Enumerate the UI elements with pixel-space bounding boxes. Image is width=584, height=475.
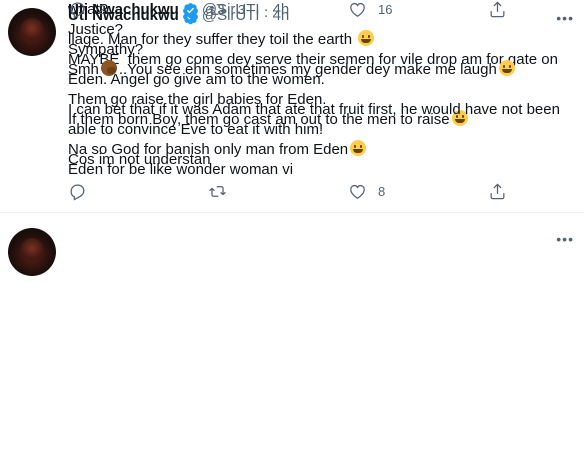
tweet-line: Sympathy? <box>68 41 144 58</box>
retweet-count: 3 <box>238 2 246 17</box>
tweet-line: Justice? <box>68 21 124 38</box>
grinning-emoji-icon <box>498 60 515 76</box>
tweet-line: Smh <box>68 61 99 78</box>
share-icon <box>490 183 505 200</box>
like-icon <box>350 184 365 199</box>
like-icon <box>350 2 365 17</box>
like-button[interactable]: 16 <box>348 0 438 19</box>
retweet-button[interactable]: 3 <box>208 0 298 19</box>
retweet-button[interactable] <box>208 182 298 201</box>
like-count: 8 <box>378 184 386 199</box>
share-icon <box>490 1 505 18</box>
tweet-line: Na so God for banish only man from Eden <box>68 141 349 158</box>
share-button[interactable] <box>488 0 508 19</box>
share-button[interactable] <box>488 182 508 201</box>
like-count: 16 <box>378 2 393 17</box>
facepalm-emoji-icon <box>100 60 117 76</box>
tweet-line: Eden for be like wonder woman vi <box>68 161 294 178</box>
tweet-line: I can bet that if it was Adam that ate t… <box>68 101 560 118</box>
reply-count: 2 <box>98 2 106 17</box>
tweet-actions: 2 3 16 <box>68 0 508 19</box>
reply-icon <box>70 2 85 19</box>
tweet-actions: 8 <box>68 182 508 201</box>
retweet-icon <box>209 4 226 15</box>
more-icon[interactable]: ••• <box>556 231 574 247</box>
avatar[interactable] <box>8 8 56 56</box>
reply-button[interactable]: 2 <box>68 0 158 19</box>
like-button[interactable]: 8 <box>348 182 438 201</box>
tweet-line: ..You see ehn sometimes my gender dey ma… <box>118 61 497 78</box>
tweet-text: what? Justice? Sympathy? Smh ..You see eh… <box>68 0 574 180</box>
reply-button[interactable] <box>68 182 158 201</box>
avatar[interactable] <box>8 228 56 276</box>
tweet-line: able to convince Eve to eat it with him! <box>68 121 324 138</box>
grinning-emoji-icon <box>350 140 367 156</box>
retweet-icon <box>209 186 226 197</box>
reply-icon <box>70 184 85 201</box>
